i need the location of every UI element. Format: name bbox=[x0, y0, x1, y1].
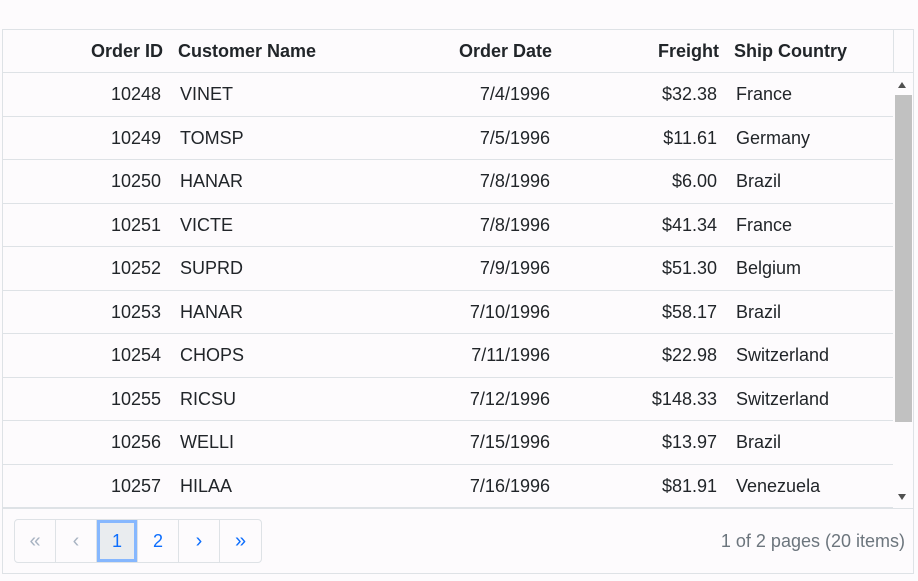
freight-cell: $22.98 bbox=[661, 345, 717, 365]
freight-cell: $32.38 bbox=[661, 84, 717, 104]
order-date-cell: 7/12/1996 bbox=[469, 388, 550, 409]
ship-country-cell: Switzerland bbox=[736, 345, 830, 365]
table-row[interactable]: 10252 SUPRD 7/9/1996 $51.30 Belgium bbox=[3, 247, 893, 291]
freight-cell: $11.61 bbox=[663, 127, 717, 148]
freight-cell: $41.34 bbox=[661, 214, 717, 235]
order-date-cell: 7/10/1996 bbox=[469, 301, 550, 322]
customer-name-cell: HILAA bbox=[180, 475, 233, 496]
order-id-cell: 10252 bbox=[110, 258, 161, 278]
order-id-cell: 10251 bbox=[110, 214, 161, 235]
order-id-cell: 10249 bbox=[110, 127, 161, 148]
table-row[interactable]: 10248 VINET 7/4/1996 $32.38 France bbox=[3, 73, 893, 117]
next-page-button[interactable]: › bbox=[179, 520, 220, 562]
order-id-cell: 10255 bbox=[110, 388, 161, 409]
ship-country-cell: Germany bbox=[736, 127, 811, 148]
pager-info: 1 of 2 pages (20 items) bbox=[720, 531, 905, 551]
order-date-cell: 7/15/1996 bbox=[469, 432, 550, 452]
order-id-cell: 10253 bbox=[110, 301, 161, 322]
page-1-button[interactable]: 1 bbox=[97, 520, 138, 562]
ship-country-cell: Brazil bbox=[736, 301, 782, 322]
order-date-cell: 7/16/1996 bbox=[469, 475, 550, 496]
pager-buttons: « ‹ 1 2 › » bbox=[14, 519, 262, 563]
pager: « ‹ 1 2 › » 1 of 2 pages (20 items) bbox=[3, 508, 913, 573]
customer-name-cell: WELLI bbox=[180, 432, 235, 452]
orders-grid: Order ID Customer Name Order Date Freigh… bbox=[2, 29, 914, 574]
grid-body: 10248 VINET 7/4/1996 $32.38 France 10249… bbox=[3, 73, 893, 508]
order-date-cell: 7/5/1996 bbox=[479, 127, 550, 148]
order-date-cell: 7/9/1996 bbox=[479, 258, 550, 278]
column-header-customer-name[interactable]: Customer Name bbox=[178, 30, 378, 72]
ship-country-cell: France bbox=[736, 84, 793, 104]
page-2-button[interactable]: 2 bbox=[138, 520, 179, 562]
order-id-cell: 10248 bbox=[110, 84, 161, 104]
customer-name-cell: TOMSP bbox=[180, 127, 244, 148]
order-id-cell: 10256 bbox=[110, 432, 161, 452]
ship-country-cell: Switzerland bbox=[736, 388, 830, 409]
customer-name-cell: CHOPS bbox=[180, 345, 245, 365]
scroll-up-arrow-icon[interactable] bbox=[898, 82, 906, 88]
previous-page-button[interactable]: ‹ bbox=[56, 520, 97, 562]
customer-name-cell: SUPRD bbox=[180, 258, 244, 278]
table-row[interactable]: 10254 CHOPS 7/11/1996 $22.98 Switzerland bbox=[3, 334, 893, 378]
table-row[interactable]: 10249 TOMSP 7/5/1996 $11.61 Germany bbox=[3, 117, 893, 160]
column-header-order-date[interactable]: Order Date bbox=[383, 30, 552, 72]
freight-cell: $58.17 bbox=[661, 301, 717, 322]
table-row[interactable]: 10255 RICSU 7/12/1996 $148.33 Switzerlan… bbox=[3, 378, 893, 421]
table-row[interactable]: 10253 HANAR 7/10/1996 $58.17 Brazil bbox=[3, 291, 893, 334]
last-page-button[interactable]: » bbox=[220, 520, 261, 562]
column-header-freight[interactable]: Freight bbox=[563, 30, 719, 72]
table-row[interactable]: 10256 WELLI 7/15/1996 $13.97 Brazil bbox=[3, 421, 893, 465]
table-row[interactable]: 10250 HANAR 7/8/1996 $6.00 Brazil bbox=[3, 160, 893, 204]
ship-country-cell: Belgium bbox=[736, 258, 802, 278]
header-scrollbar-spacer bbox=[893, 30, 913, 73]
order-id-cell: 10257 bbox=[110, 475, 161, 496]
table-row[interactable]: 10251 VICTE 7/8/1996 $41.34 France bbox=[3, 204, 893, 247]
ship-country-cell: Venezuela bbox=[736, 475, 821, 496]
grid-header: Order ID Customer Name Order Date Freigh… bbox=[3, 30, 893, 73]
column-header-order-id[interactable]: Order ID bbox=[3, 30, 163, 72]
customer-name-cell: RICSU bbox=[180, 388, 237, 409]
scroll-down-arrow-icon[interactable] bbox=[898, 494, 906, 500]
customer-name-cell: VICTE bbox=[180, 214, 234, 235]
customer-name-cell: VINET bbox=[180, 84, 234, 104]
first-page-button[interactable]: « bbox=[15, 520, 56, 562]
ship-country-cell: Brazil bbox=[736, 171, 782, 191]
table-row[interactable]: 10257 HILAA 7/16/1996 $81.91 Venezuela bbox=[3, 465, 893, 508]
freight-cell: $13.97 bbox=[661, 432, 717, 452]
vertical-scrollbar[interactable] bbox=[893, 73, 913, 508]
ship-country-cell: Brazil bbox=[736, 432, 782, 452]
order-id-cell: 10254 bbox=[110, 345, 161, 365]
order-date-cell: 7/8/1996 bbox=[479, 171, 550, 191]
column-header-ship-country[interactable]: Ship Country bbox=[734, 30, 889, 72]
freight-cell: $81.91 bbox=[661, 475, 717, 496]
order-id-cell: 10250 bbox=[110, 171, 161, 191]
freight-cell: $148.33 bbox=[651, 388, 717, 409]
order-date-cell: 7/8/1996 bbox=[479, 214, 550, 235]
customer-name-cell: HANAR bbox=[180, 171, 244, 191]
freight-cell: $51.30 bbox=[661, 258, 717, 278]
order-date-cell: 7/11/1996 bbox=[471, 345, 550, 365]
freight-cell: $6.00 bbox=[671, 171, 717, 191]
order-date-cell: 7/4/1996 bbox=[479, 84, 550, 104]
ship-country-cell: France bbox=[736, 214, 793, 235]
customer-name-cell: HANAR bbox=[180, 301, 244, 322]
scrollbar-thumb[interactable] bbox=[895, 95, 912, 422]
